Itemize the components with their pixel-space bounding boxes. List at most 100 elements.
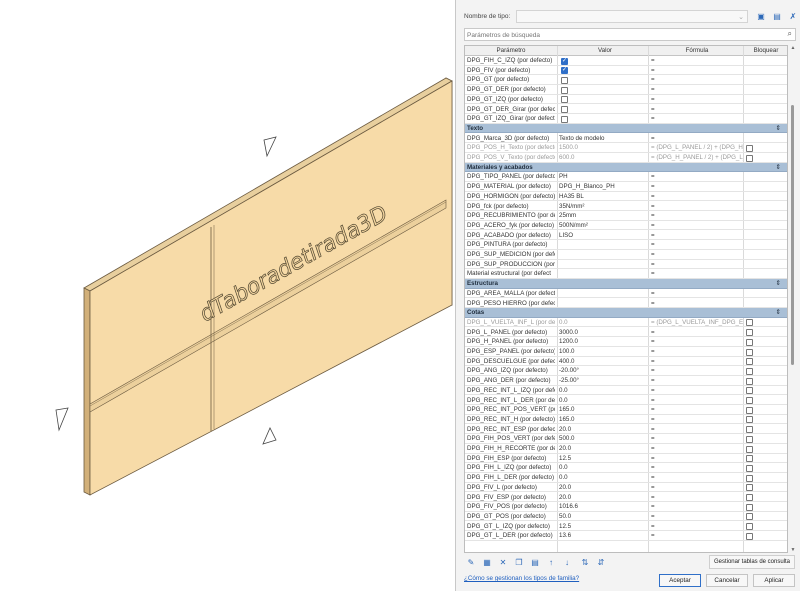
parameter-row[interactable]: DPG_FIH_L_DER (por defecto) 0.0 =	[465, 473, 787, 483]
parameter-formula[interactable]: =	[649, 434, 743, 444]
parameter-formula[interactable]: =	[649, 56, 743, 66]
parameter-formula[interactable]: =	[649, 114, 743, 124]
parameter-value[interactable]: 1200.0	[559, 337, 651, 347]
lock-checkbox[interactable]	[746, 513, 753, 521]
column-header-value[interactable]: Valor	[559, 46, 651, 56]
lock-checkbox[interactable]	[746, 494, 753, 501]
parameter-formula[interactable]: =	[649, 105, 743, 115]
parameter-formula[interactable]: = (DPG_H_PANEL / 2) + (DPG_L_	[649, 153, 743, 163]
lock-checkbox[interactable]	[746, 435, 753, 443]
parameter-formula[interactable]: =	[649, 376, 743, 386]
parameter-row[interactable]: DPG_RECUBRIMIENTO (por def 25mm =	[465, 211, 787, 221]
parameter-value[interactable]	[559, 289, 651, 299]
parameter-formula[interactable]: =	[649, 328, 743, 338]
parameter-formula[interactable]: =	[649, 347, 743, 357]
parameter-value[interactable]	[559, 260, 651, 270]
parameter-row[interactable]: DPG_SUP_MEDICION (por defe =	[465, 250, 787, 260]
parameter-row[interactable]: DPG_ACABADO (por defecto) LISO =	[465, 231, 787, 241]
parameter-formula[interactable]: =	[649, 473, 743, 483]
group-header[interactable]: Texto ⇕	[465, 123, 787, 134]
cancel-button[interactable]: Cancelar	[706, 574, 748, 587]
scroll-up-icon[interactable]: ▲	[790, 45, 796, 51]
grid-scrollbar[interactable]: ▲ ▼	[790, 45, 796, 553]
parameter-value[interactable]: 0.0	[559, 386, 651, 396]
parameter-row[interactable]: DPG_FIV_L (por defecto) 20.0 =	[465, 483, 787, 493]
parameter-row[interactable]: DPG_AREA_MALLA (por defect =	[465, 289, 787, 299]
lock-checkbox[interactable]	[746, 319, 753, 327]
parameter-formula[interactable]: =	[649, 396, 743, 406]
parameter-value[interactable]	[559, 240, 651, 250]
parameter-formula[interactable]: =	[649, 182, 743, 192]
parameter-value[interactable]: 500N/mm²	[559, 221, 651, 231]
group-header[interactable]: Cotas ⇕	[465, 308, 787, 318]
parameter-formula[interactable]: =	[649, 75, 743, 85]
parameter-row[interactable]: DPG_FIH_ESP (por defecto) 12.5 =	[465, 454, 787, 464]
parameter-value[interactable]: -20.00°	[559, 366, 651, 376]
lock-checkbox[interactable]	[746, 416, 753, 424]
parameter-row[interactable]: DPG_L_PANEL (por defecto) 3000.0 =	[465, 328, 787, 338]
group-header[interactable]: Estructura ⇕	[465, 279, 787, 289]
parameter-row[interactable]: DPG_GT_IZQ_Girar (por defect =	[465, 114, 787, 124]
parameter-formula[interactable]: =	[649, 405, 743, 415]
lock-checkbox[interactable]	[746, 348, 753, 356]
parameter-row[interactable]: DPG_FIV_POS (por defecto) 1016.6 =	[465, 502, 787, 512]
parameter-value[interactable]: 0.0	[559, 463, 651, 473]
parameter-value-checkbox[interactable]	[561, 86, 568, 94]
collapse-icon[interactable]: ⇕	[776, 124, 781, 133]
parameter-formula[interactable]: =	[649, 502, 743, 512]
lock-checkbox[interactable]	[746, 455, 753, 463]
parameter-row[interactable]: DPG_FIV (por defecto) =	[465, 66, 787, 76]
parameter-formula[interactable]: =	[649, 250, 743, 260]
parameter-formula[interactable]: =	[649, 85, 743, 95]
parameter-formula[interactable]: =	[649, 95, 743, 105]
parameter-value[interactable]: PH	[559, 172, 651, 182]
parameter-value[interactable]: 1500.0	[559, 143, 651, 153]
parameter-row[interactable]: DPG_FIH_C_IZQ (por defecto) =	[465, 56, 787, 66]
delete-parameter-icon[interactable]: ✕	[496, 556, 510, 570]
parameter-formula[interactable]: =	[649, 512, 743, 522]
parameter-formula[interactable]: =	[649, 425, 743, 435]
new-parameter-icon[interactable]: ▦	[480, 556, 494, 570]
parameter-formula[interactable]: =	[649, 134, 743, 144]
parameter-formula[interactable]: =	[649, 454, 743, 464]
lock-checkbox[interactable]	[746, 358, 753, 366]
parameter-row[interactable]: DPG_TIPO_PANEL (por defecto) PH =	[465, 172, 787, 182]
parameter-row[interactable]: DPG_Marca_3D (por defecto) Texto de model…	[465, 134, 787, 144]
scroll-down-icon[interactable]: ▼	[790, 547, 796, 553]
parameter-row[interactable]: DPG_REC_INT_L_IZQ (por defec 0.0 =	[465, 386, 787, 396]
parameter-value[interactable]: 165.0	[559, 415, 651, 425]
sort-ascending-icon[interactable]: ⇅	[578, 556, 592, 570]
parameter-row[interactable]: DPG_SUP_PRODUCCION (por =	[465, 260, 787, 270]
parameter-value-checkbox[interactable]	[561, 96, 568, 104]
move-up-icon[interactable]: ↑	[544, 556, 558, 570]
lock-checkbox[interactable]	[746, 484, 753, 492]
lock-checkbox[interactable]	[746, 144, 753, 152]
parameter-row[interactable]: DPG_FIH_POS_VERT (por defec 500.0 =	[465, 434, 787, 444]
parameter-row[interactable]: DPG_GT (por defecto) =	[465, 75, 787, 85]
move-down-icon[interactable]: ↓	[560, 556, 574, 570]
parameter-row[interactable]: DPG_GT_DER_Girar (por defect =	[465, 105, 787, 115]
column-header-lock[interactable]: Bloquear	[744, 46, 787, 56]
parameter-value[interactable]: 0.0	[559, 396, 651, 406]
lock-checkbox[interactable]	[746, 367, 753, 375]
parameter-value-checkbox[interactable]	[561, 57, 568, 65]
parameter-value[interactable]: 400.0	[559, 357, 651, 367]
parameter-value[interactable]: 20.0	[559, 444, 651, 454]
column-header-formula[interactable]: Fórmula	[649, 46, 743, 56]
parameter-value[interactable]: 25mm	[559, 211, 651, 221]
parameter-value-checkbox[interactable]	[561, 76, 568, 84]
collapse-icon[interactable]: ⇕	[776, 308, 781, 317]
collapse-icon[interactable]: ⇕	[776, 279, 781, 288]
lock-checkbox[interactable]	[746, 474, 753, 482]
parameter-row[interactable]: DPG_FIV_ESP (por defecto) 20.0 =	[465, 493, 787, 502]
parameter-value-checkbox[interactable]	[561, 106, 568, 113]
parameter-value[interactable]: HA35 BL	[559, 192, 651, 202]
rename-type-icon[interactable]: ▤	[770, 11, 784, 22]
parameter-formula[interactable]: =	[649, 289, 743, 299]
parameter-formula[interactable]: =	[649, 260, 743, 270]
view-marker-icon[interactable]	[55, 407, 69, 432]
lock-checkbox[interactable]	[746, 532, 753, 540]
parameter-row[interactable]: DPG_H_PANEL (por defecto) 1200.0 =	[465, 337, 787, 347]
parameter-value[interactable]: 13.6	[559, 531, 651, 541]
parameter-formula[interactable]: = (DPG_L_PANEL / 2) + (DPG_H_	[649, 143, 743, 153]
